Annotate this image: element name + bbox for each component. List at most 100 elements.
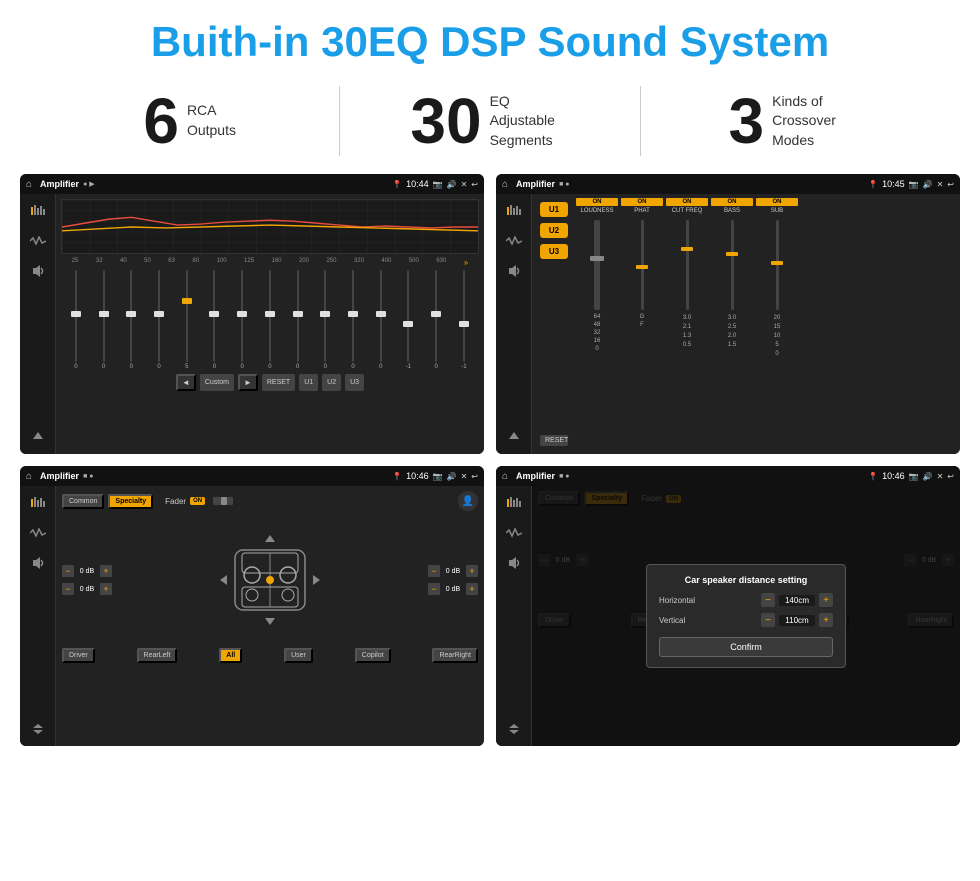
eq-slider-8[interactable]: 0 [291,270,305,370]
vol-minus-rl[interactable]: − [62,583,74,595]
driver-btn[interactable]: Driver [62,648,95,663]
rearright-btn[interactable]: RearRight [432,648,478,663]
cam-icon-1: 📷 [433,180,443,189]
dots-icon-2: ■ ● [559,181,569,188]
u2-btn[interactable]: U2 [540,223,568,238]
copilot-btn[interactable]: Copilot [355,648,391,663]
eq-u1-btn[interactable]: U1 [299,374,318,391]
ch-loudness-label: LOUDNESS [580,208,613,214]
eq-icon-4[interactable] [503,494,525,512]
eq-icon[interactable] [27,202,49,220]
eq-u2-btn[interactable]: U2 [322,374,341,391]
reset-btn-mixer[interactable]: RESET [540,435,568,446]
ch-cutfreq-on[interactable]: ON [666,198,708,206]
eq-slider-4[interactable]: 5 [180,270,194,370]
close-icon-4: ✕ [937,472,944,481]
status-bar-3: ⌂ Amplifier ■ ● 📍 10:46 📷 🔊 ✕ ↩ [20,466,484,486]
vol-plus-rl[interactable]: + [100,583,112,595]
home-icon-3[interactable]: ⌂ [26,471,32,482]
vertical-value: 110cm [779,615,815,626]
speaker-icon-2[interactable] [503,262,525,280]
screen-crossover: ⌂ Amplifier ■ ● 📍 10:46 📷 🔊 ✕ ↩ [20,466,484,746]
u3-btn[interactable]: U3 [540,244,568,259]
eq-play-btn[interactable]: ► [238,374,258,391]
back-icon-2[interactable]: ↩ [947,180,954,189]
ch-loudness-on[interactable]: ON [576,198,618,206]
back-icon-1[interactable]: ↩ [471,180,478,189]
ch-phat-on[interactable]: ON [621,198,663,206]
stat-desc-eq: EQ Adjustable Segments [490,92,570,151]
wave-icon[interactable] [27,232,49,250]
vertical-minus-btn[interactable]: − [761,613,775,627]
eq-icon-2[interactable] [503,202,525,220]
arrows-icon-4[interactable] [503,720,525,738]
ch-loudness-slider[interactable] [594,220,600,310]
user-btn[interactable]: User [284,648,313,663]
common-tab[interactable]: Common [62,494,104,509]
eq-slider-6[interactable]: 0 [235,270,249,370]
dots-icon-3: ■ ● [83,473,93,480]
home-icon-1[interactable]: ⌂ [26,179,32,190]
back-icon-3[interactable]: ↩ [471,472,478,481]
vol-minus-fr[interactable]: − [428,565,440,577]
u-buttons: U1 U2 U3 RESET [536,198,572,450]
arrow-icon[interactable] [27,428,49,446]
horizontal-plus-btn[interactable]: + [819,593,833,607]
status-bar-4: ⌂ Amplifier ■ ● 📍 10:46 📷 🔊 ✕ ↩ [496,466,960,486]
eq-u3-btn[interactable]: U3 [345,374,364,391]
vol-plus-fr[interactable]: + [466,565,478,577]
ch-sub-on[interactable]: ON [756,198,798,206]
arrows-icon-3[interactable] [27,720,49,738]
specialty-tab[interactable]: Specialty [108,494,153,509]
eq-slider-9[interactable]: 0 [318,270,332,370]
eq-slider-11[interactable]: 0 [374,270,388,370]
eq-slider-1[interactable]: 0 [97,270,111,370]
speaker-icon-4[interactable] [503,554,525,572]
close-icon-1: ✕ [461,180,468,189]
ch-sub-slider[interactable] [776,220,779,310]
eq-slider-3[interactable]: 0 [152,270,166,370]
all-btn[interactable]: All [219,648,242,663]
eq-slider-7[interactable]: 0 [263,270,277,370]
ch-phat-slider[interactable] [641,220,644,310]
vol-plus-rr[interactable]: + [466,583,478,595]
eq-slider-10[interactable]: 0 [346,270,360,370]
close-icon-3: ✕ [461,472,468,481]
horizontal-minus-btn[interactable]: − [761,593,775,607]
eq-preset-btn[interactable]: Custom [200,374,234,391]
stat-rca: 6 RCA Outputs [40,89,339,153]
eq-sliders: 0 0 0 0 5 [61,270,479,370]
speaker-icon[interactable] [27,262,49,280]
eq-graph [61,199,479,254]
wave-icon-4[interactable] [503,524,525,542]
home-icon-2[interactable]: ⌂ [502,179,508,190]
u1-btn[interactable]: U1 [540,202,568,217]
eq-reset-btn[interactable]: RESET [262,374,295,391]
eq-slider-0[interactable]: 0 [69,270,83,370]
vertical-plus-btn[interactable]: + [819,613,833,627]
ch-bass: ON BASS 3.02.52.01.5 [711,198,753,450]
eq-slider-12[interactable]: -1 [401,270,415,370]
vol-minus-fl[interactable]: − [62,565,74,577]
status-right-1: 📍 10:44 📷 🔊 ✕ ↩ [392,179,478,189]
confirm-button[interactable]: Confirm [659,637,833,657]
ch-bass-on[interactable]: ON [711,198,753,206]
rearleft-btn[interactable]: RearLeft [137,648,178,663]
eq-prev-btn[interactable]: ◄ [176,374,196,391]
arrow-icon-2[interactable] [503,428,525,446]
back-icon-4[interactable]: ↩ [947,472,954,481]
eq-slider-5[interactable]: 0 [207,270,221,370]
ch-bass-slider[interactable] [731,220,734,310]
eq-slider-2[interactable]: 0 [124,270,138,370]
wave-icon-2[interactable] [503,232,525,250]
eq-icon-3[interactable] [27,494,49,512]
speaker-icon-3[interactable] [27,554,49,572]
wave-icon-3[interactable] [27,524,49,542]
ch-cutfreq-slider[interactable] [686,220,689,310]
home-icon-4[interactable]: ⌂ [502,471,508,482]
vol-plus-fl[interactable]: + [100,565,112,577]
ch-phat-label: PHAT [634,208,650,214]
vol-minus-rr[interactable]: − [428,583,440,595]
eq-slider-14[interactable]: -1 [457,270,471,370]
eq-slider-13[interactable]: 0 [429,270,443,370]
